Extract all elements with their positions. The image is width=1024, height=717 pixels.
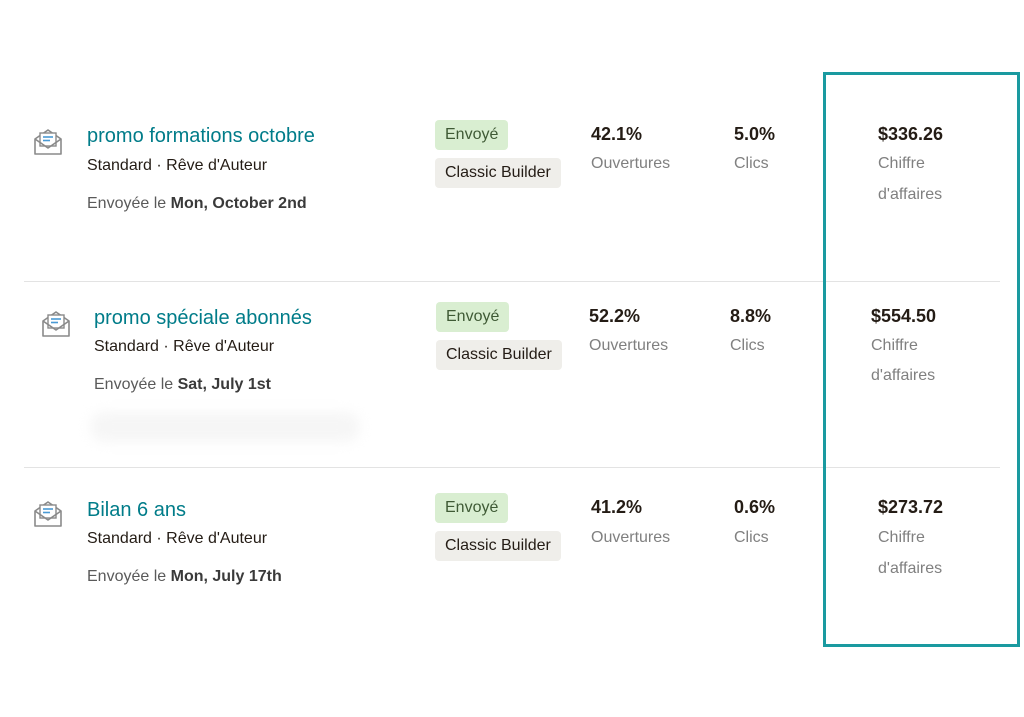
campaign-meta: Standard · Rêve d'Auteur xyxy=(87,157,268,174)
sent-date-value: Mon, October 2nd xyxy=(170,195,307,212)
email-campaign-icon xyxy=(32,498,64,530)
blurred-region xyxy=(90,412,360,442)
sent-date: Envoyée le Mon, July 17th xyxy=(87,568,282,586)
sent-date-value: Mon, July 17th xyxy=(170,568,282,585)
email-campaign-icon xyxy=(32,126,64,158)
builder-badge: Classic Builder xyxy=(435,531,561,561)
status-badge: Envoyé xyxy=(435,493,509,523)
status-badge: Envoyé xyxy=(436,302,510,332)
sent-prefix: Envoyée le xyxy=(94,376,178,393)
builder-badge: Classic Builder xyxy=(435,158,561,188)
opens-label: Ouvertures xyxy=(591,155,671,172)
sent-date: Envoyée le Mon, October 2nd xyxy=(87,195,307,213)
status-badge: Envoyé xyxy=(435,120,509,150)
campaign-meta: Standard · Rêve d'Auteur xyxy=(87,530,268,547)
opens-rate: 41.2% xyxy=(591,497,643,517)
sent-date: Envoyée le Sat, July 1st xyxy=(94,376,271,394)
campaign-meta: Standard · Rêve d'Auteur xyxy=(94,338,275,355)
sent-prefix: Envoyée le xyxy=(87,195,171,212)
clicks-label: Clics xyxy=(730,337,765,354)
clicks-label: Clics xyxy=(734,155,769,172)
clicks-rate: 8.8% xyxy=(730,306,772,326)
sent-prefix: Envoyée le xyxy=(87,568,171,585)
opens-label: Ouvertures xyxy=(589,337,669,354)
campaign-list: promo formations octobre Standard · Rêve… xyxy=(0,0,1024,717)
campaign-title-link[interactable]: Bilan 6 ans xyxy=(87,499,186,522)
campaign-title-link[interactable]: promo spéciale abonnés xyxy=(94,307,312,330)
campaign-title-link[interactable]: promo formations octobre xyxy=(87,125,315,148)
clicks-rate: 0.6% xyxy=(734,497,776,517)
revenue-highlight-box xyxy=(823,72,1020,647)
sent-date-value: Sat, July 1st xyxy=(177,376,271,393)
opens-rate: 52.2% xyxy=(589,306,641,326)
clicks-rate: 5.0% xyxy=(734,124,776,144)
email-campaign-icon xyxy=(40,308,72,340)
opens-label: Ouvertures xyxy=(591,529,671,546)
builder-badge: Classic Builder xyxy=(436,340,562,370)
clicks-label: Clics xyxy=(734,529,769,546)
opens-rate: 42.1% xyxy=(591,124,643,144)
